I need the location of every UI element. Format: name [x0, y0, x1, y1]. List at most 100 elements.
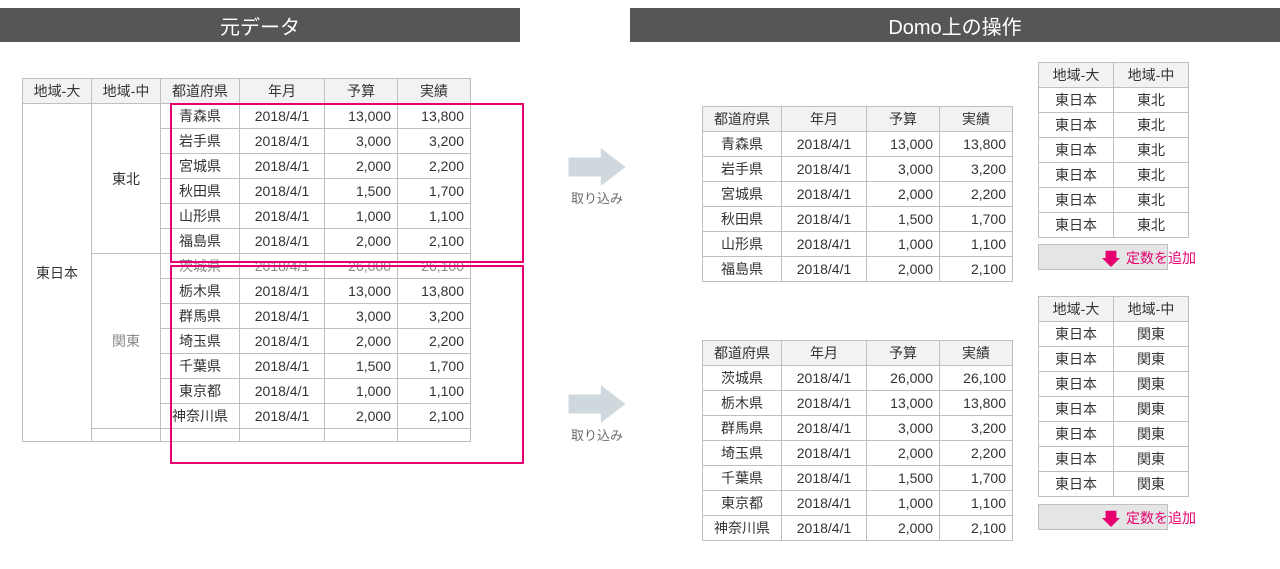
cell: 13,000: [867, 132, 940, 157]
cell: 2,000: [867, 257, 940, 282]
col-budget: 予算: [867, 107, 940, 132]
cell: 2,200: [940, 182, 1013, 207]
cell: 2018/4/1: [240, 354, 325, 379]
cell: 13,000: [325, 104, 398, 129]
cell: 関東: [1114, 372, 1189, 397]
table-row: 秋田県2018/4/11,5001,700: [703, 207, 1013, 232]
cell: 関東: [1114, 447, 1189, 472]
table-row: 東日本東北: [1039, 163, 1189, 188]
cell: 東日本: [1039, 397, 1114, 422]
cell-region-mid: 関東: [92, 254, 161, 429]
cell: 2018/4/1: [782, 491, 867, 516]
cell: 関東: [1114, 422, 1189, 447]
table-row: 東日本東北: [1039, 113, 1189, 138]
cell: 3,200: [398, 129, 471, 154]
cell: 2,100: [940, 516, 1013, 541]
table-header-row: 都道府県 年月 予算 実績: [703, 341, 1013, 366]
cell: 2018/4/1: [240, 404, 325, 429]
cell: 東日本: [1039, 372, 1114, 397]
cell: 2,000: [867, 441, 940, 466]
cell: 茨城県: [703, 366, 782, 391]
col-pref: 都道府県: [161, 79, 240, 104]
cell: 2018/4/1: [782, 132, 867, 157]
cell: 13,800: [940, 391, 1013, 416]
cell: 1,700: [398, 179, 471, 204]
cell: 1,500: [325, 179, 398, 204]
cell: 岩手県: [703, 157, 782, 182]
cell: 東日本: [1039, 138, 1114, 163]
cell: 栃木県: [703, 391, 782, 416]
cell-region-big: 東日本: [23, 104, 92, 442]
cell: 東日本: [1039, 472, 1114, 497]
cell: 2018/4/1: [782, 207, 867, 232]
cell: 東日本: [1039, 88, 1114, 113]
cell: 2018/4/1: [782, 232, 867, 257]
cell: 秋田県: [703, 207, 782, 232]
cell: 2018/4/1: [240, 229, 325, 254]
add-constant-top: 定数を追加: [1102, 248, 1196, 268]
table-row: 東日本関東: [1039, 472, 1189, 497]
import-table-tohoku: 都道府県 年月 予算 実績 青森県2018/4/113,00013,800岩手県…: [702, 106, 1013, 282]
cell: 関東: [1114, 397, 1189, 422]
cell: 青森県: [161, 104, 240, 129]
table-row: 東日本関東: [1039, 347, 1189, 372]
col-region-mid: 地域-中: [1114, 63, 1189, 88]
cell: 東日本: [1039, 213, 1114, 238]
cell: 2,200: [398, 329, 471, 354]
cell: 岩手県: [161, 129, 240, 154]
cell: 2018/4/1: [782, 466, 867, 491]
cell: 2018/4/1: [240, 154, 325, 179]
cell: 1,000: [325, 204, 398, 229]
cell: 2018/4/1: [782, 391, 867, 416]
cell: 2,100: [940, 257, 1013, 282]
cell: 2018/4/1: [240, 129, 325, 154]
cell: 東北: [1114, 163, 1189, 188]
cell: 埼玉県: [703, 441, 782, 466]
cell: 東北: [1114, 113, 1189, 138]
cell: 2,000: [867, 516, 940, 541]
cell: 東北: [1114, 213, 1189, 238]
arrow-down-icon: [1102, 509, 1120, 527]
cell: 2018/4/1: [782, 516, 867, 541]
cell: 1,500: [867, 207, 940, 232]
cell: 関東: [1114, 472, 1189, 497]
banner-source: 元データ: [0, 8, 520, 42]
cell: 2018/4/1: [240, 254, 325, 279]
table-row: 群馬県2018/4/13,0003,200: [703, 416, 1013, 441]
table-row: 埼玉県2018/4/12,0002,200: [703, 441, 1013, 466]
col-region-big: 地域-大: [23, 79, 92, 104]
cell: 13,800: [940, 132, 1013, 157]
table-row: 千葉県2018/4/11,5001,700: [703, 466, 1013, 491]
add-constant-label: 定数を追加: [1126, 508, 1196, 528]
col-actual: 実績: [940, 341, 1013, 366]
col-region-big: 地域-大: [1039, 63, 1114, 88]
cell: 26,000: [325, 254, 398, 279]
cell: 2,000: [867, 182, 940, 207]
cell: 2018/4/1: [240, 304, 325, 329]
cell: 宮城県: [703, 182, 782, 207]
cell: 2018/4/1: [782, 257, 867, 282]
table-header-row: 地域-大 地域-中: [1039, 63, 1189, 88]
cell: 3,000: [867, 416, 940, 441]
cell: 2,000: [325, 154, 398, 179]
cell: 3,200: [940, 416, 1013, 441]
table-row: 東日本関東: [1039, 422, 1189, 447]
cell: 2,200: [940, 441, 1013, 466]
col-region-mid: 地域-中: [1114, 297, 1189, 322]
arrow-label-bottom: 取り込み: [562, 425, 632, 444]
cell: 群馬県: [703, 416, 782, 441]
cell: 3,200: [940, 157, 1013, 182]
cell: 埼玉県: [161, 329, 240, 354]
cell: 2,000: [325, 329, 398, 354]
cell: 東日本: [1039, 422, 1114, 447]
cell: 2018/4/1: [782, 366, 867, 391]
table-row: 福島県2018/4/12,0002,100: [703, 257, 1013, 282]
col-pref: 都道府県: [703, 107, 782, 132]
cell: 1,000: [325, 379, 398, 404]
cell: 千葉県: [703, 466, 782, 491]
cell: 2,000: [325, 229, 398, 254]
table-row: 宮城県2018/4/12,0002,200: [703, 182, 1013, 207]
import-table-kanto: 都道府県 年月 予算 実績 茨城県2018/4/126,00026,100栃木県…: [702, 340, 1013, 541]
cell: 千葉県: [161, 354, 240, 379]
arrow-import-top: [568, 148, 626, 186]
